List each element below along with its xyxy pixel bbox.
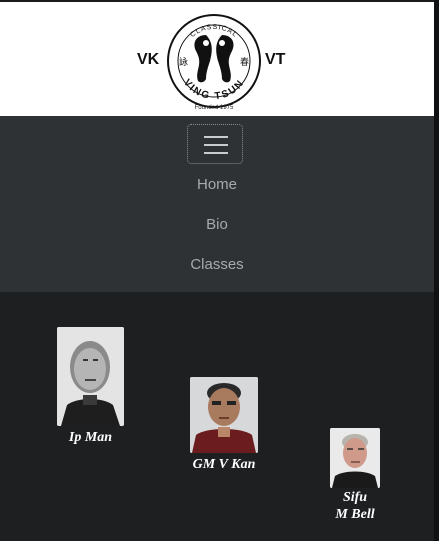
lineage-section: Ip Man GM V Kan Sifu M Bell [0,292,434,541]
logo-char-left: 詠 [179,56,188,68]
brand-text-left: VK [137,51,160,68]
gm-v-kan-caption: GM V Kan [192,457,256,472]
sifu-m-bell-photo [330,428,380,488]
sifu-m-bell-caption: Sifu M Bell [320,489,390,523]
window-right-edge [434,0,439,541]
logo-char-right: 春 [240,56,249,68]
main-nav: Home Bio Classes [0,116,434,292]
sifu-m-bell-caption-line1: Sifu [342,490,368,505]
nav-item-classes[interactable]: Classes [0,256,434,273]
ving-tsun-logo: CLASSICAL VING TSUN 詠 春 [167,14,261,108]
hamburger-icon [204,152,228,154]
hamburger-icon [204,144,228,146]
sifu-m-bell-caption-line2: M Bell [335,507,375,522]
site-header: VK CLASSICAL VING TSUN 詠 春 Founded 1975 … [0,2,434,116]
nav-item-bio[interactable]: Bio [0,216,434,233]
gm-v-kan-photo [190,377,258,453]
nav-toggler-button[interactable] [187,124,243,164]
ip-man-photo [57,327,124,426]
nav-item-home[interactable]: Home [0,176,434,193]
logo-founded: Founded 1975 [194,105,234,111]
hamburger-icon [204,136,228,138]
brand-text-right: VT [265,51,286,68]
ip-man-caption: Ip Man [68,430,113,445]
